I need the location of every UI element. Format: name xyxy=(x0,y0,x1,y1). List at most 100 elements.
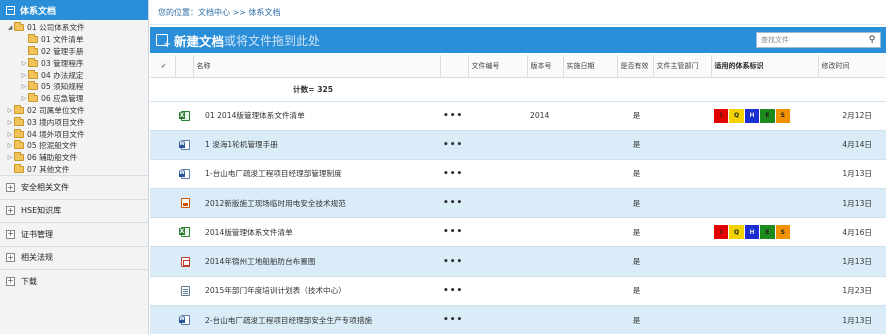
table-row[interactable]: 01 2014版管理体系文件清单•••2014是IQHES2月12日 xyxy=(150,100,886,131)
file-number-cell xyxy=(468,304,527,334)
tree-item[interactable]: ▷ 02 司属单位文件 xyxy=(0,104,148,117)
sidebar-section[interactable]: + 相关法规 xyxy=(0,245,148,269)
more-actions-button[interactable]: ••• xyxy=(440,304,468,334)
table-row[interactable]: 2015年部门年度培训计划表（技术中心） ••• 是 1月23日 xyxy=(150,275,886,306)
file-icon-cell xyxy=(175,275,193,306)
search-box[interactable]: 查找文件 ⚲ xyxy=(756,32,881,48)
tree-toggle-icon[interactable]: ▷ xyxy=(6,107,14,114)
tree-item[interactable]: ▷ 06 应急管理 xyxy=(0,93,148,105)
mark-s: S xyxy=(775,108,790,123)
column-header[interactable]: 适用的体系标识 xyxy=(711,55,819,78)
column-header[interactable]: 文件编号 xyxy=(468,55,528,78)
file-name-link[interactable]: 2-台山电厂疏浚工程项目经理部安全生产专项措施 xyxy=(193,304,440,334)
select-cell[interactable] xyxy=(150,129,175,160)
more-actions-button[interactable]: ••• xyxy=(440,100,468,131)
expand-icon[interactable]: + xyxy=(6,229,15,239)
tree-item[interactable]: 07 其他文件 xyxy=(0,163,148,176)
tree-toggle-icon[interactable]: ▷ xyxy=(20,95,28,102)
tree-item[interactable]: ▷ 04 办法规定 xyxy=(0,69,148,81)
sidebar-section-label: HSE知识库 xyxy=(21,206,62,216)
file-name-link[interactable]: 2014版管理体系文件清单 xyxy=(193,217,440,247)
version-cell xyxy=(527,158,563,189)
tree-toggle-icon[interactable]: ▷ xyxy=(20,60,28,67)
new-document-icon[interactable] xyxy=(156,34,171,50)
table-row[interactable]: 2012新版施工现场临时用电安全技术规范 ••• 是 1月13日 xyxy=(150,188,886,218)
expand-icon[interactable]: + xyxy=(6,253,15,263)
column-header[interactable] xyxy=(440,55,469,78)
file-icon-cell xyxy=(175,304,193,334)
tree-item[interactable]: ▷ 03 管理程序 xyxy=(0,57,148,69)
sidebar-section[interactable]: + 下载 xyxy=(0,268,148,293)
collapse-icon[interactable]: − xyxy=(6,5,15,15)
more-actions-button[interactable]: ••• xyxy=(440,275,468,306)
tree-item[interactable]: ▷ 05 挖泥船文件 xyxy=(0,140,148,152)
tree-toggle-icon[interactable]: ▷ xyxy=(6,131,14,138)
file-name-link[interactable]: 2012新版施工现场临时用电安全技术规范 xyxy=(193,188,440,218)
column-header[interactable]: 实施日期 xyxy=(563,55,618,78)
tree-toggle-icon[interactable]: ◢ xyxy=(6,24,14,31)
file-number-cell xyxy=(468,100,527,131)
column-header[interactable]: 是否有效 xyxy=(617,55,654,78)
select-cell[interactable] xyxy=(150,246,175,277)
table-row[interactable]: 1-台山电厂疏浚工程项目经理部管理制度••• 是 1月13日 xyxy=(150,158,886,189)
search-icon[interactable]: ⚲ xyxy=(864,33,880,47)
tree-toggle-icon[interactable]: ▷ xyxy=(6,119,14,126)
search-input[interactable]: 查找文件 xyxy=(757,35,864,45)
table-row[interactable]: 2014年锦州工地船舶防台布置图 ••• 是 1月13日 xyxy=(150,246,886,277)
tree-item[interactable]: ▷ 04 境外项目文件 xyxy=(0,128,148,140)
table-row[interactable]: 1 浚海1轮机管理手册••• 是 4月14日 xyxy=(150,129,886,160)
select-cell[interactable] xyxy=(150,275,175,306)
tree-item[interactable]: 02 管理手册 xyxy=(0,45,148,58)
folder-tree: ◢ 01 公司体系文件 01 文件清单 02 管理手册 ▷ 03 管理程序 ▷ 04 办法规定… xyxy=(0,20,148,175)
select-cell[interactable] xyxy=(150,217,175,247)
expand-icon[interactable]: + xyxy=(6,183,15,193)
new-document-button[interactable]: 新建文档 xyxy=(174,31,224,50)
more-actions-button[interactable]: ••• xyxy=(440,188,468,218)
tree-toggle-icon[interactable]: ▷ xyxy=(6,154,14,161)
breadcrumb: 您的位置：文档中心 >> 体系文档 xyxy=(150,0,886,25)
file-name-link[interactable]: 2015年部门年度培训计划表（技术中心） xyxy=(193,275,440,306)
tree-toggle-icon[interactable]: ▷ xyxy=(20,72,28,79)
sidebar-header-doc-system[interactable]: − 体系文档 xyxy=(0,0,148,20)
sidebar-section[interactable]: + HSE知识库 xyxy=(0,198,148,223)
tree-toggle-icon[interactable]: ▷ xyxy=(20,83,28,90)
folder-icon xyxy=(14,22,24,32)
column-header[interactable] xyxy=(175,55,194,78)
file-name-link[interactable]: 2014年锦州工地船舶防台布置图 xyxy=(193,246,440,277)
sidebar-section[interactable]: + 安全相关文件 xyxy=(0,175,148,199)
more-actions-button[interactable]: ••• xyxy=(440,158,468,189)
more-actions-button[interactable]: ••• xyxy=(440,246,468,277)
file-name-link[interactable]: 01 2014版管理体系文件清单 xyxy=(193,100,440,131)
file-name-link[interactable]: 1 浚海1轮机管理手册 xyxy=(193,129,440,160)
tree-item[interactable]: ◢ 01 公司体系文件 xyxy=(0,22,148,34)
tree-item[interactable]: ▷ 05 须知规程 xyxy=(0,81,148,93)
select-cell[interactable] xyxy=(150,100,175,131)
table-row[interactable]: 2014版管理体系文件清单•••是IQHES4月16日 xyxy=(150,217,886,247)
column-header[interactable]: 名称 xyxy=(193,55,441,78)
select-cell[interactable] xyxy=(150,158,175,189)
column-header[interactable]: ✓ xyxy=(150,55,176,78)
version-cell xyxy=(527,188,563,218)
column-header[interactable]: 修改时间 xyxy=(818,55,886,78)
more-actions-button[interactable]: ••• xyxy=(440,217,468,247)
column-header[interactable]: 文件主管部门 xyxy=(653,55,712,78)
expand-icon[interactable]: + xyxy=(6,206,15,216)
file-icon-cell xyxy=(175,217,193,247)
more-actions-button[interactable]: ••• xyxy=(440,129,468,160)
tree-item[interactable]: 01 文件清单 xyxy=(0,34,148,46)
table-row[interactable]: 2-台山电厂疏浚工程项目经理部安全生产专项措施••• 是 1月13日 xyxy=(150,304,886,334)
mark-s: S xyxy=(775,225,790,240)
tree-toggle-icon[interactable]: ▷ xyxy=(6,142,14,149)
select-cell[interactable] xyxy=(150,188,175,218)
effective-date-cell xyxy=(563,129,617,160)
modified-cell: 1月13日 xyxy=(818,304,886,334)
sidebar-section[interactable]: + 证书管理 xyxy=(0,222,148,246)
file-name-link[interactable]: 1-台山电厂疏浚工程项目经理部管理制度 xyxy=(193,158,440,189)
tree-item[interactable]: ▷ 06 辅助船文件 xyxy=(0,152,148,164)
folder-icon xyxy=(28,93,38,103)
select-cell[interactable] xyxy=(150,304,175,334)
tree-item[interactable]: ▷ 03 境内项目文件 xyxy=(0,116,148,128)
folder-icon xyxy=(14,152,24,162)
expand-icon[interactable]: + xyxy=(6,276,15,286)
column-header[interactable]: 版本号 xyxy=(527,55,564,78)
